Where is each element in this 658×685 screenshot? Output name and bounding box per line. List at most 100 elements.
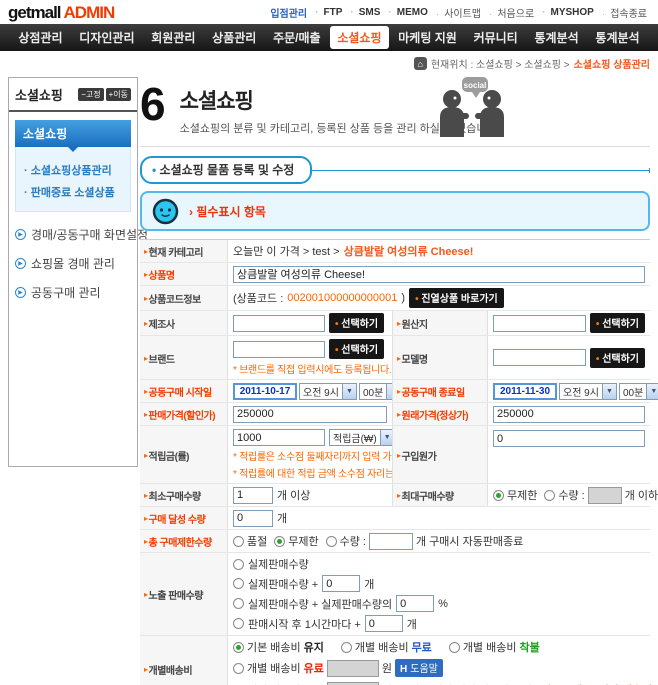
display-qty-opt4-input[interactable] xyxy=(365,615,403,632)
sidebar-item-social-shopping-active[interactable]: 소셜쇼핑 xyxy=(15,120,131,147)
end-minute-value: 00분 xyxy=(620,384,646,399)
mileage-input[interactable] xyxy=(233,429,325,446)
row-brand-model: 브랜드 선택하기 * 브랜드를 직접 입력시에도 등록됩니다. 모델명 선택하기 xyxy=(140,336,650,380)
row-manufacturer-origin: 제조사 선택하기 원산지 선택하기 xyxy=(140,311,650,336)
shipping-keep-radio[interactable] xyxy=(233,642,244,653)
nav-social-shopping[interactable]: 소셜쇼핑 xyxy=(330,26,388,49)
max-qty-limit-radio[interactable] xyxy=(544,490,555,501)
shipping-paid-radio[interactable] xyxy=(233,663,244,674)
nav-products[interactable]: 상품관리 xyxy=(205,26,263,49)
shipping-keep-em: 유지 xyxy=(304,639,324,655)
display-qty-opt3-radio[interactable] xyxy=(233,598,244,609)
shipping-paid-input[interactable] xyxy=(327,660,379,677)
nav-statistics-2[interactable]: 통계분석 xyxy=(588,26,646,49)
shipping-label: 개별배송비 xyxy=(140,636,228,685)
display-qty-opt3-input[interactable] xyxy=(396,595,434,612)
section-divider xyxy=(312,170,650,171)
target-qty-suffix: 개 xyxy=(277,510,287,526)
sale-price-input[interactable] xyxy=(233,406,387,423)
target-qty-input[interactable] xyxy=(233,510,273,527)
end-date-label: 공동구매 종료일 xyxy=(392,380,488,402)
sidebar-item-mall-auction-manage[interactable]: ▶ 쇼핑몰 경매 관리 xyxy=(13,249,133,278)
nav-statistics-1[interactable]: 통계분석 xyxy=(527,26,585,49)
sidebar-pin-button[interactable]: 고정 xyxy=(78,88,103,101)
total-limit-qty-input[interactable] xyxy=(369,533,413,550)
shipping-paid-suffix: 원 xyxy=(382,660,392,676)
manufacturer-input[interactable] xyxy=(233,315,325,332)
sidebar-item-label: 쇼핑몰 경매 관리 xyxy=(31,255,115,272)
shipping-paid2-input[interactable] xyxy=(327,682,379,685)
sidebar-item-group-buy-manage[interactable]: ▶ 공동구매 관리 xyxy=(13,278,133,307)
arrow-circle-icon: ▶ xyxy=(15,287,26,298)
max-qty-input[interactable] xyxy=(588,487,622,504)
max-qty-suffix: 개 이하 xyxy=(625,487,658,503)
nav-design[interactable]: 디자인관리 xyxy=(72,26,141,49)
total-limit-qty-radio[interactable] xyxy=(326,536,337,547)
display-qty-opt1-radio[interactable] xyxy=(233,559,244,570)
top-link-home[interactable]: 처음으로 xyxy=(486,5,537,20)
row-mileage-cost: 적립금(률) 적립금(₩)▼ * 적립률은 소수점 둘째자리까지 입력 가능합니… xyxy=(140,426,650,484)
min-qty-input[interactable] xyxy=(233,487,273,504)
shipping-free-radio[interactable] xyxy=(341,642,352,653)
sidebar-item-auction-screen-settings[interactable]: ▶ 경매/공동구매 화면설정 xyxy=(13,220,133,249)
category-path: 오늘만 이 가격 > test > xyxy=(233,243,340,259)
purchase-cost-input[interactable] xyxy=(493,430,645,447)
display-qty-opt2-input[interactable] xyxy=(322,575,360,592)
nav-members[interactable]: 회원관리 xyxy=(144,26,202,49)
model-select-button[interactable]: 선택하기 xyxy=(590,348,645,368)
top-link-store-admission[interactable]: 입점관리 xyxy=(267,5,310,20)
display-qty-opt4-suffix: 개 xyxy=(407,616,417,632)
end-minute-select[interactable]: 00분▼ xyxy=(619,383,658,400)
end-hour-select[interactable]: 오전 9시▼ xyxy=(559,383,617,400)
nav-community[interactable]: 커뮤니티 xyxy=(467,26,525,49)
original-price-input[interactable] xyxy=(493,406,645,423)
sidebar-item-label: 경매/공동구매 화면설정 xyxy=(31,226,148,243)
getmall-logo[interactable]: getmallADMIN xyxy=(8,3,114,23)
mileage-type-select[interactable]: 적립금(₩)▼ xyxy=(329,429,395,446)
product-code-value: 002001000000000001 xyxy=(287,292,397,304)
go-to-display-product-button[interactable]: 진열상품 바로가기 xyxy=(409,288,504,308)
shipping-help-button-1[interactable]: H도움말 xyxy=(395,659,443,677)
sidebar-item-social-product-manage[interactable]: 소셜쇼핑상품관리 xyxy=(22,159,124,181)
brand-select-button[interactable]: 선택하기 xyxy=(329,339,384,359)
total-limit-unlimited-label: 무제한 xyxy=(288,533,318,549)
sidebar-item-ended-social-products[interactable]: 판매중료 소셜상품 xyxy=(22,181,124,203)
top-link-sms[interactable]: SMS xyxy=(347,7,383,18)
top-link-memo[interactable]: MEMO xyxy=(385,7,430,18)
help-label: 도움말 xyxy=(410,664,438,675)
arrow-circle-icon: ▶ xyxy=(15,258,26,269)
top-link-ftp[interactable]: FTP xyxy=(312,7,345,18)
shipping-cod-radio[interactable] xyxy=(449,642,460,653)
nav-marketing[interactable]: 마케팅 지원 xyxy=(391,26,464,49)
section-title: 소셜쇼핑 물품 등록 및 수정 xyxy=(140,156,312,184)
product-name-label: 상품명 xyxy=(140,263,228,285)
start-hour-select[interactable]: 오전 9시▼ xyxy=(299,383,357,400)
social-people-icon: social xyxy=(436,77,508,140)
row-product-name: 상품명 xyxy=(140,263,650,286)
start-date-input[interactable] xyxy=(233,383,297,400)
total-limit-soldout-radio[interactable] xyxy=(233,536,244,547)
display-qty-opt2-radio[interactable] xyxy=(233,578,244,589)
brand-input[interactable] xyxy=(233,341,325,358)
top-link-sitemap[interactable]: 사이트맵 xyxy=(433,5,484,20)
end-date-input[interactable] xyxy=(493,383,557,400)
nav-store[interactable]: 상점관리 xyxy=(11,26,69,49)
top-link-logout[interactable]: 접속종료 xyxy=(599,5,650,20)
sidebar: 소셜쇼핑 고정 이동 소셜쇼핑 소셜쇼핑상품관리 판매중료 소셜상품 ▶ 경매/… xyxy=(8,77,138,467)
top-link-myshop[interactable]: MYSHOP xyxy=(539,7,597,18)
product-form: 현재 카테고리 오늘만 이 가격 > test > 상큼발랄 여성의류 Chee… xyxy=(140,239,650,685)
product-name-input[interactable] xyxy=(233,266,645,283)
total-limit-label: 총 구매제한수량 xyxy=(140,530,228,552)
total-limit-unlimited-radio[interactable] xyxy=(274,536,285,547)
origin-input[interactable] xyxy=(493,315,586,332)
sidebar-move-button[interactable]: 이동 xyxy=(106,88,131,101)
chevron-down-icon: ▼ xyxy=(342,384,356,399)
nav-orders[interactable]: 주문/매출 xyxy=(266,26,328,49)
display-qty-opt4-radio[interactable] xyxy=(233,618,244,629)
min-qty-suffix: 개 이상 xyxy=(277,487,310,503)
model-input[interactable] xyxy=(493,349,586,366)
manufacturer-select-button[interactable]: 선택하기 xyxy=(329,313,384,333)
origin-select-button[interactable]: 선택하기 xyxy=(590,313,645,333)
section-header: 소셜쇼핑 물품 등록 및 수정 xyxy=(140,156,650,184)
max-qty-unlimited-radio[interactable] xyxy=(493,490,504,501)
